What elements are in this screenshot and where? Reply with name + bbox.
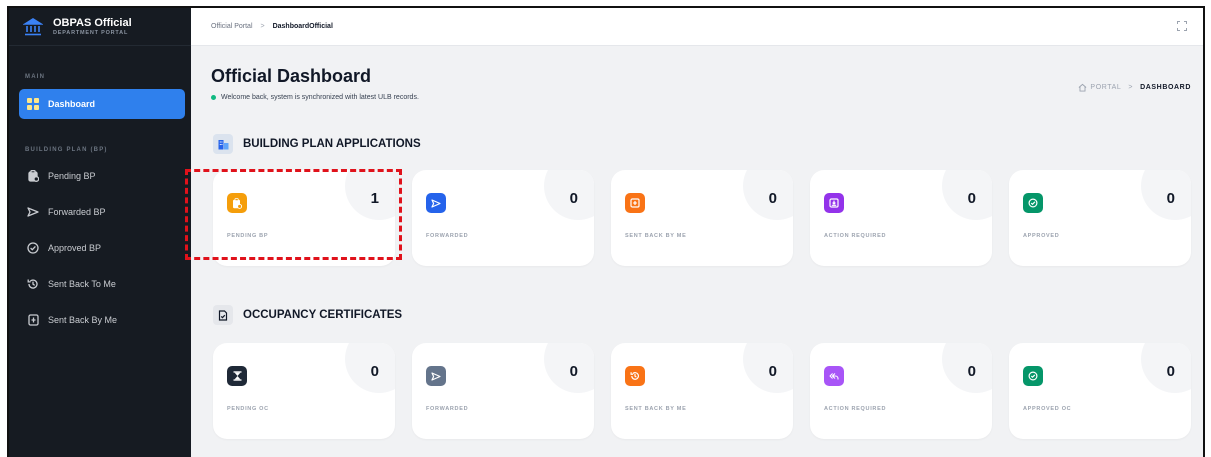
inbox-download-icon xyxy=(824,193,844,213)
card-count: 0 xyxy=(569,363,578,380)
sidebar-item-pending-bp[interactable]: Pending BP xyxy=(19,161,185,191)
page-breadcrumb: PORTAL > DASHBOARD xyxy=(1078,83,1191,92)
breadcrumb-separator: > xyxy=(260,23,265,30)
breadcrumb-portal[interactable]: PORTAL xyxy=(1090,84,1121,91)
app-window: OBPAS Official DEPARTMENT PORTAL MAIN Da… xyxy=(7,6,1205,457)
sidebar-item-sent-back-to-me[interactable]: Sent Back To Me xyxy=(19,269,185,299)
government-building-icon xyxy=(23,17,43,35)
card-count: 0 xyxy=(967,190,976,207)
page-title: Official Dashboard xyxy=(211,66,372,86)
breadcrumb-separator: > xyxy=(1128,84,1134,91)
return-box-icon xyxy=(625,193,645,213)
sidebar-item-label: Sent Back To Me xyxy=(48,279,116,289)
card-forwarded-oc[interactable]: 0 FORWARDED xyxy=(412,343,594,439)
brand-title: OBPAS Official xyxy=(53,16,132,29)
card-pending-bp[interactable]: 1 PENDING BP xyxy=(213,170,395,266)
clipboard-clock-icon xyxy=(27,170,39,182)
card-sent-back-by-me-bp[interactable]: 0 SENT BACK BY ME xyxy=(611,170,793,266)
reply-all-icon xyxy=(824,366,844,386)
sync-status-dot xyxy=(211,95,216,100)
card-label: FORWARDED xyxy=(426,233,469,239)
card-label: SENT BACK BY ME xyxy=(625,406,687,412)
section-title: OCCUPANCY CERTIFICATES xyxy=(243,309,403,321)
history-icon xyxy=(625,366,645,386)
card-count: 0 xyxy=(1166,190,1175,207)
card-pending-oc[interactable]: 0 PENDING OC xyxy=(213,343,395,439)
bp-card-row: 1 PENDING BP 0 FORWARDED 0 SENT BACK BY … xyxy=(213,170,1191,266)
sidebar-item-label: Approved BP xyxy=(48,243,102,253)
card-label: SENT BACK BY ME xyxy=(625,233,687,239)
shield-check-icon xyxy=(1023,366,1043,386)
document-check-icon xyxy=(213,305,233,325)
sidebar-item-label: Dashboard xyxy=(48,99,96,109)
breadcrumb-official-portal[interactable]: Official Portal xyxy=(211,23,253,30)
welcome-text: Welcome back, system is synchronized wit… xyxy=(221,94,419,101)
breadcrumb-current: DashboardOfficial xyxy=(272,23,333,30)
card-count: 0 xyxy=(569,190,578,207)
section-heading-building-plan: BUILDING PLAN APPLICATIONS xyxy=(213,134,421,154)
dashboard-grid-icon xyxy=(27,98,39,110)
section-label-building-plan: BUILDING PLAN (BP) xyxy=(25,147,108,153)
section-label-main: MAIN xyxy=(25,74,46,80)
building-icon xyxy=(213,134,233,154)
sidebar-item-sent-back-by-me[interactable]: Sent Back By Me xyxy=(19,305,185,335)
history-icon xyxy=(27,278,39,290)
card-approved-oc[interactable]: 0 APPROVED OC xyxy=(1009,343,1191,439)
card-forwarded-bp[interactable]: 0 FORWARDED xyxy=(412,170,594,266)
card-action-required-bp[interactable]: 0 ACTION REQUIRED xyxy=(810,170,992,266)
fullscreen-icon[interactable] xyxy=(1177,21,1187,31)
card-action-required-oc[interactable]: 0 ACTION REQUIRED xyxy=(810,343,992,439)
send-icon xyxy=(426,193,446,213)
brand[interactable]: OBPAS Official DEPARTMENT PORTAL xyxy=(9,8,191,46)
section-heading-occupancy-certificates: OCCUPANCY CERTIFICATES xyxy=(213,305,402,325)
sidebar-item-forwarded-bp[interactable]: Forwarded BP xyxy=(19,197,185,227)
brand-subtitle: DEPARTMENT PORTAL xyxy=(53,29,129,36)
oc-card-row: 0 PENDING OC 0 FORWARDED 0 SENT BACK BY … xyxy=(213,343,1191,439)
sidebar: OBPAS Official DEPARTMENT PORTAL MAIN Da… xyxy=(9,8,191,457)
send-icon xyxy=(426,366,446,386)
card-label: FORWARDED xyxy=(426,406,469,412)
check-circle-icon xyxy=(1023,193,1043,213)
card-count: 0 xyxy=(370,363,379,380)
card-approved-bp[interactable]: 0 APPROVED xyxy=(1009,170,1191,266)
card-count: 1 xyxy=(370,190,379,207)
clipboard-clock-icon xyxy=(227,193,247,213)
sidebar-item-approved-bp[interactable]: Approved BP xyxy=(19,233,185,263)
card-label: ACTION REQUIRED xyxy=(824,406,887,412)
main-content: Official Portal > DashboardOfficial Offi… xyxy=(191,8,1203,457)
sidebar-item-dashboard[interactable]: Dashboard xyxy=(19,89,185,119)
card-count: 0 xyxy=(967,363,976,380)
card-count: 0 xyxy=(768,363,777,380)
card-count: 0 xyxy=(768,190,777,207)
return-box-icon xyxy=(27,314,39,326)
card-sent-back-by-me-oc[interactable]: 0 SENT BACK BY ME xyxy=(611,343,793,439)
check-circle-icon xyxy=(27,242,39,254)
card-count: 0 xyxy=(1166,363,1175,380)
welcome-message: Welcome back, system is synchronized wit… xyxy=(211,94,419,101)
sidebar-item-label: Sent Back By Me xyxy=(48,315,118,325)
card-label: PENDING BP xyxy=(227,233,269,239)
sidebar-item-label: Forwarded BP xyxy=(48,207,106,217)
top-breadcrumb: Official Portal > DashboardOfficial xyxy=(191,8,1203,46)
card-label: APPROVED xyxy=(1023,233,1060,239)
breadcrumb-dashboard: DASHBOARD xyxy=(1140,84,1191,91)
section-title: BUILDING PLAN APPLICATIONS xyxy=(243,138,421,150)
home-icon xyxy=(1079,83,1087,92)
card-label: PENDING OC xyxy=(227,406,269,412)
card-label: ACTION REQUIRED xyxy=(824,233,887,239)
hourglass-icon xyxy=(227,366,247,386)
send-icon xyxy=(27,206,39,218)
card-label: APPROVED OC xyxy=(1023,406,1072,412)
sidebar-item-label: Pending BP xyxy=(48,171,96,181)
